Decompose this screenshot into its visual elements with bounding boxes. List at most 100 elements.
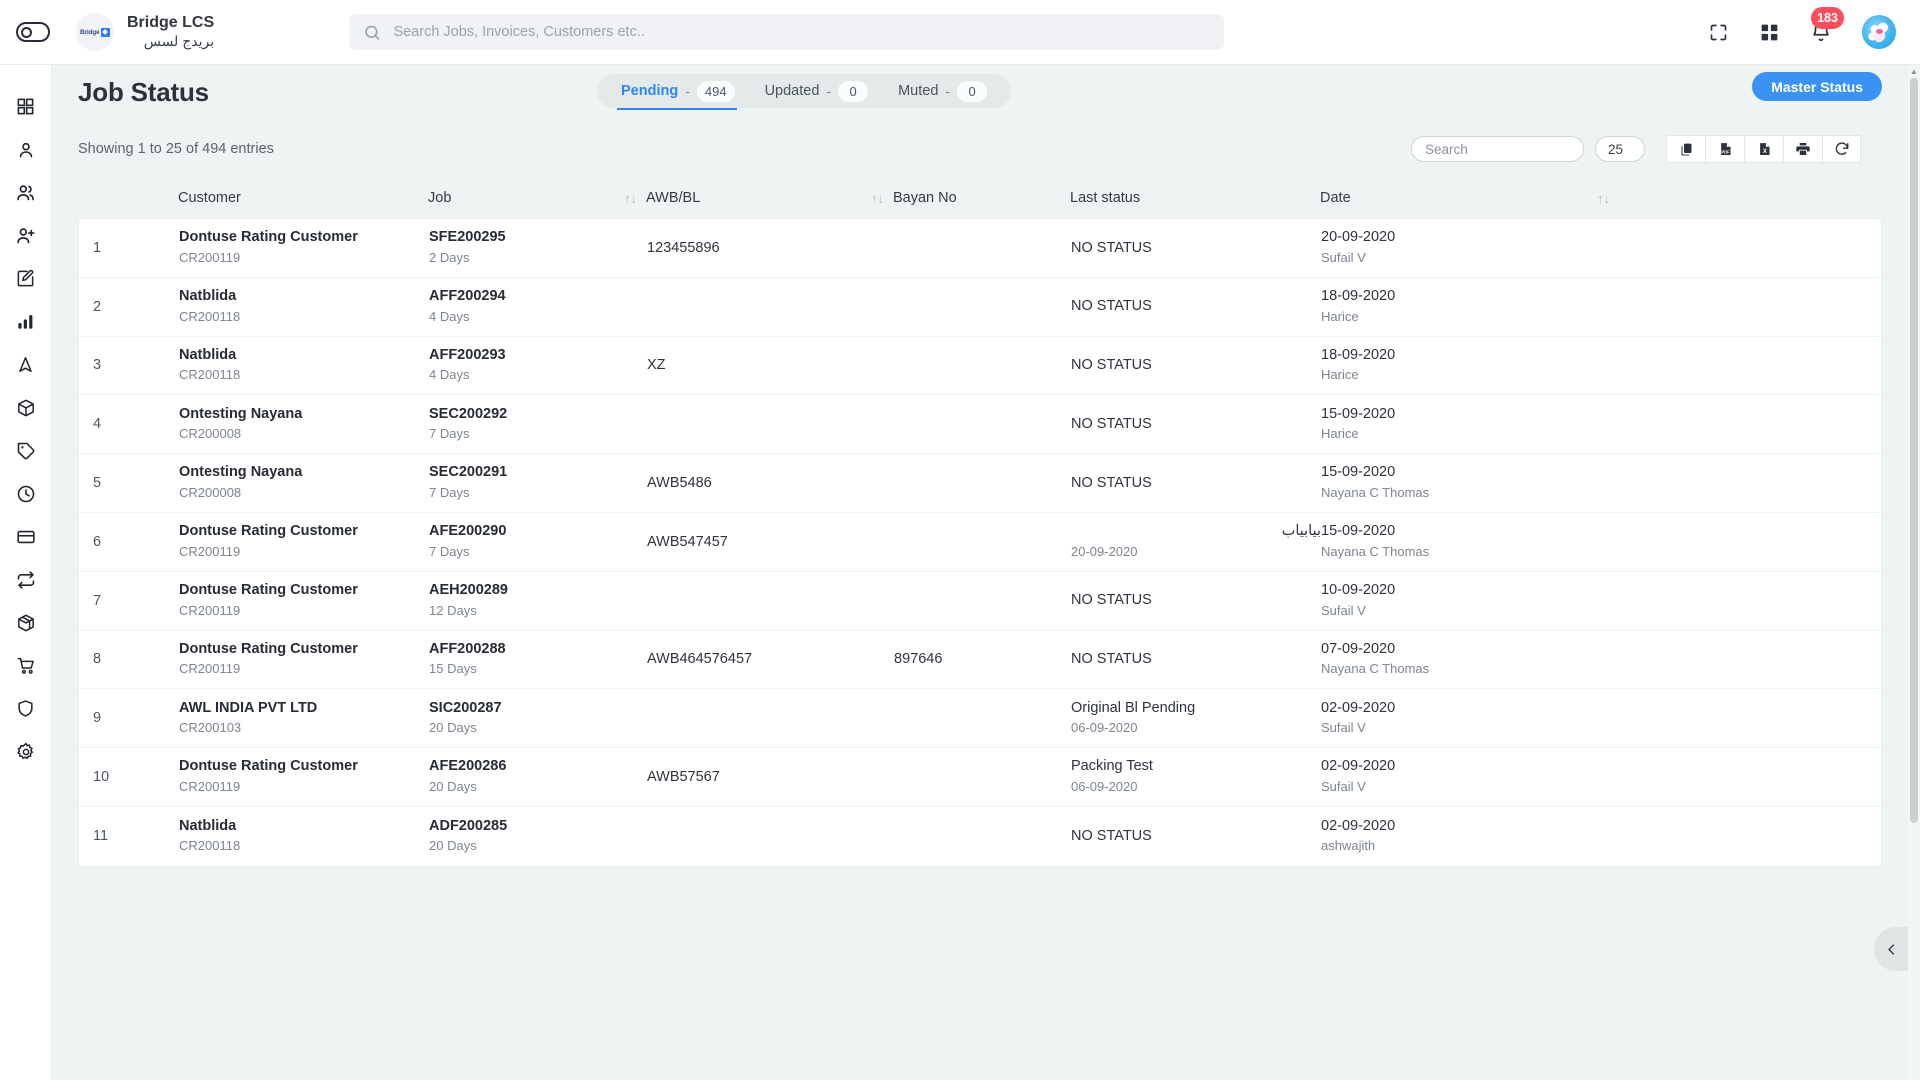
row-index: 9 [93, 710, 102, 727]
sidebar-item-settings[interactable] [0, 730, 52, 773]
cell-job-primary: ADF200285 [429, 817, 508, 834]
notifications-button[interactable]: 183 [1810, 7, 1844, 43]
cell-customer-secondary: CR200008 [179, 484, 242, 500]
credit-card-icon [16, 530, 35, 543]
apps-button[interactable] [1759, 22, 1780, 43]
row-index: 10 [93, 769, 110, 786]
tab-muted-label: Muted [898, 83, 939, 99]
cell-date-primary: 18-09-2020 [1321, 288, 1396, 304]
cell-date: 07-09-2020 Nayana C Thomas [1321, 640, 1551, 679]
sidebar-item-dashboard[interactable] [0, 85, 52, 128]
column-header-date[interactable]: Date [1320, 190, 1550, 206]
cell-awb: 123455896 [647, 239, 872, 258]
cell-job: SFE200295 2 Days [429, 228, 625, 267]
cell-job: AFF200294 4 Days [429, 287, 625, 326]
sidebar-item-inventory[interactable] [0, 601, 52, 644]
cell-customer: Natblida CR200118 [179, 346, 429, 385]
cell-job-primary: SFE200295 [429, 229, 506, 246]
table-row[interactable]: 2 Natblida CR200118 AFF200294 4 Days NO STATU… [79, 278, 1881, 337]
cell-job-primary: AFF200293 [429, 346, 506, 363]
table-row[interactable]: 9 AWL INDIA PVT LTD CR200103 SIC200287 20 Da… [79, 689, 1881, 749]
table-row[interactable]: 1 Dontuse Rating Customer CR200119 SFE20029… [79, 219, 1881, 278]
tab-pending[interactable]: Pending - 494 [607, 74, 749, 110]
table-row[interactable]: 3 Natblida CR200118 AFF200293 4 Days XZ NO STA… [79, 337, 1881, 396]
scroll-up-arrow-icon[interactable]: ▲ [1908, 65, 1920, 78]
table-row[interactable]: 5 Ontesting Nayana CR200008 SEC200291 7 Days… [79, 454, 1881, 513]
sidebar-item-customers[interactable] [0, 171, 52, 214]
sidebar-item-reports[interactable] [0, 300, 52, 343]
sidebar-item-payments[interactable] [0, 515, 52, 558]
cell-date-primary: 02-09-2020 [1321, 758, 1396, 775]
sort-icon-date[interactable]: ↑↓ [1597, 191, 1610, 206]
tab-pending-label: Pending [621, 83, 679, 99]
sidebar-item-jobs[interactable] [0, 257, 52, 300]
scrollbar-thumb[interactable] [1910, 78, 1918, 823]
tab-updated[interactable]: Updated - 0 [751, 74, 883, 108]
pdf-export-button[interactable]: PDF [1705, 135, 1744, 163]
table-search-input[interactable] [1411, 136, 1584, 162]
table-row[interactable]: 7 Dontuse Rating Customer CR200119 AEH20028… [79, 572, 1881, 631]
row-index: 6 [93, 533, 102, 550]
cell-customer: Dontuse Rating Customer CR200119 [179, 228, 429, 267]
page-size-input[interactable] [1595, 136, 1645, 162]
column-header-job[interactable]: Job [428, 190, 624, 206]
cube-icon [17, 614, 34, 631]
sidebar-item-tracking[interactable] [0, 343, 52, 386]
tab-updated-label: Updated [764, 83, 820, 99]
sort-icon-awb[interactable]: ↑↓ [871, 191, 893, 206]
table-row[interactable]: 4 Ontesting Nayana CR200008 SEC200292 7 Days… [79, 395, 1881, 455]
svg-text:X: X [1762, 149, 1766, 155]
sidebar-toggle-button[interactable] [0, 22, 66, 42]
column-header-bayan[interactable]: Bayan No [893, 190, 1070, 206]
master-status-button[interactable]: Master Status [1752, 72, 1882, 101]
cell-date: 02-09-2020 Sufail V [1321, 699, 1551, 738]
cell-job-secondary: 2 Days [429, 249, 470, 265]
fullscreen-button[interactable] [1708, 22, 1729, 43]
refresh-button[interactable] [1822, 135, 1861, 163]
table-row[interactable]: 8 Dontuse Rating Customer CR200119 AFF20028… [79, 631, 1881, 690]
cell-last-status: Packing Test 06-09-2020 [1071, 757, 1321, 796]
cell-date-primary: 10-09-2020 [1321, 581, 1396, 598]
tab-muted-dash: - [945, 83, 951, 99]
cell-customer-secondary: CR200118 [179, 367, 241, 383]
brand-name-en: Bridge LCS [127, 13, 215, 31]
row-index: 3 [93, 357, 102, 374]
cell-date-secondary: Sufail V [1321, 720, 1366, 736]
global-search[interactable] [349, 14, 1225, 50]
table-row[interactable]: 10 Dontuse Rating Customer CR200119 AFE2002… [79, 748, 1881, 807]
sidebar-item-tags[interactable] [0, 429, 52, 472]
tab-muted[interactable]: Muted - 0 [884, 74, 1001, 108]
sidebar-item-history[interactable] [0, 472, 52, 515]
cell-date: 10-09-2020 Sufail V [1321, 581, 1551, 620]
table-row[interactable]: 6 Dontuse Rating Customer CR200119 AFE20029… [79, 513, 1881, 572]
column-header-awb[interactable]: AWB/BL [646, 190, 871, 206]
sidebar-item-security[interactable] [0, 687, 52, 730]
tag-icon [17, 442, 34, 459]
table-row[interactable]: 11 Natblida CR200118 ADF200285 20 Days NO STA… [79, 807, 1881, 866]
copy-button[interactable] [1666, 135, 1705, 163]
cell-bayan: 897646 [894, 650, 1071, 669]
search-input[interactable] [393, 24, 1211, 40]
cell-job-secondary: 12 Days [429, 602, 477, 618]
sort-icon-job[interactable]: ↑↓ [624, 191, 646, 206]
brand[interactable]: Bridge Bridge LCS بريدج لسس [76, 13, 214, 51]
cell-job-secondary: 7 Days [429, 484, 470, 500]
row-index: 11 [93, 828, 109, 845]
print-button[interactable] [1783, 135, 1822, 163]
excel-export-button[interactable]: X [1744, 135, 1783, 163]
column-header-customer[interactable]: Customer [178, 190, 428, 206]
column-header-status[interactable]: Last status [1070, 190, 1320, 206]
sidebar-item-packages[interactable] [0, 386, 52, 429]
avatar[interactable] [1862, 15, 1896, 49]
cell-customer-primary: Natblida [179, 288, 237, 304]
cell-date-secondary: Nayana C Thomas [1321, 661, 1430, 677]
sidebar-item-purchase[interactable] [0, 644, 52, 687]
copy-icon [1680, 143, 1691, 155]
sidebar-item-profile[interactable] [0, 128, 52, 171]
vertical-scrollbar[interactable]: ▲ [1908, 65, 1920, 1080]
users-icon [17, 185, 34, 201]
gear-icon [16, 742, 33, 759]
sidebar-item-transfers[interactable] [0, 558, 52, 601]
sidebar-item-add-user[interactable] [0, 214, 52, 257]
cell-job-primary: AEH200289 [429, 581, 508, 598]
